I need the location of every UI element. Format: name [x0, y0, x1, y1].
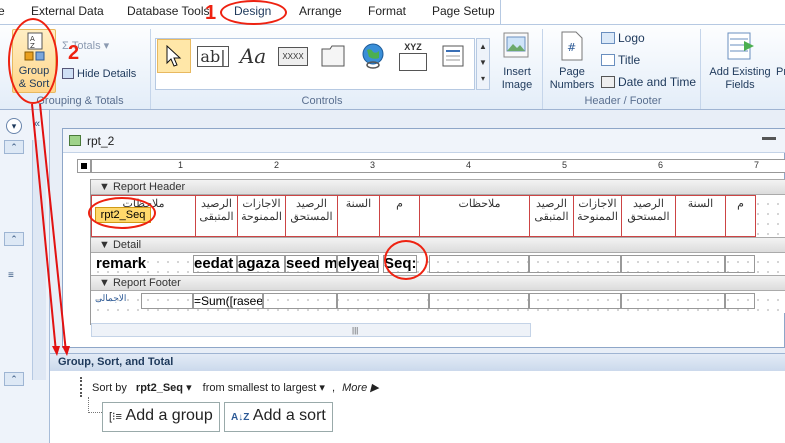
annotation-arrows — [31, 103, 70, 356]
annotation-arrowhead — [52, 346, 60, 356]
annotation-arrowhead — [62, 346, 70, 356]
